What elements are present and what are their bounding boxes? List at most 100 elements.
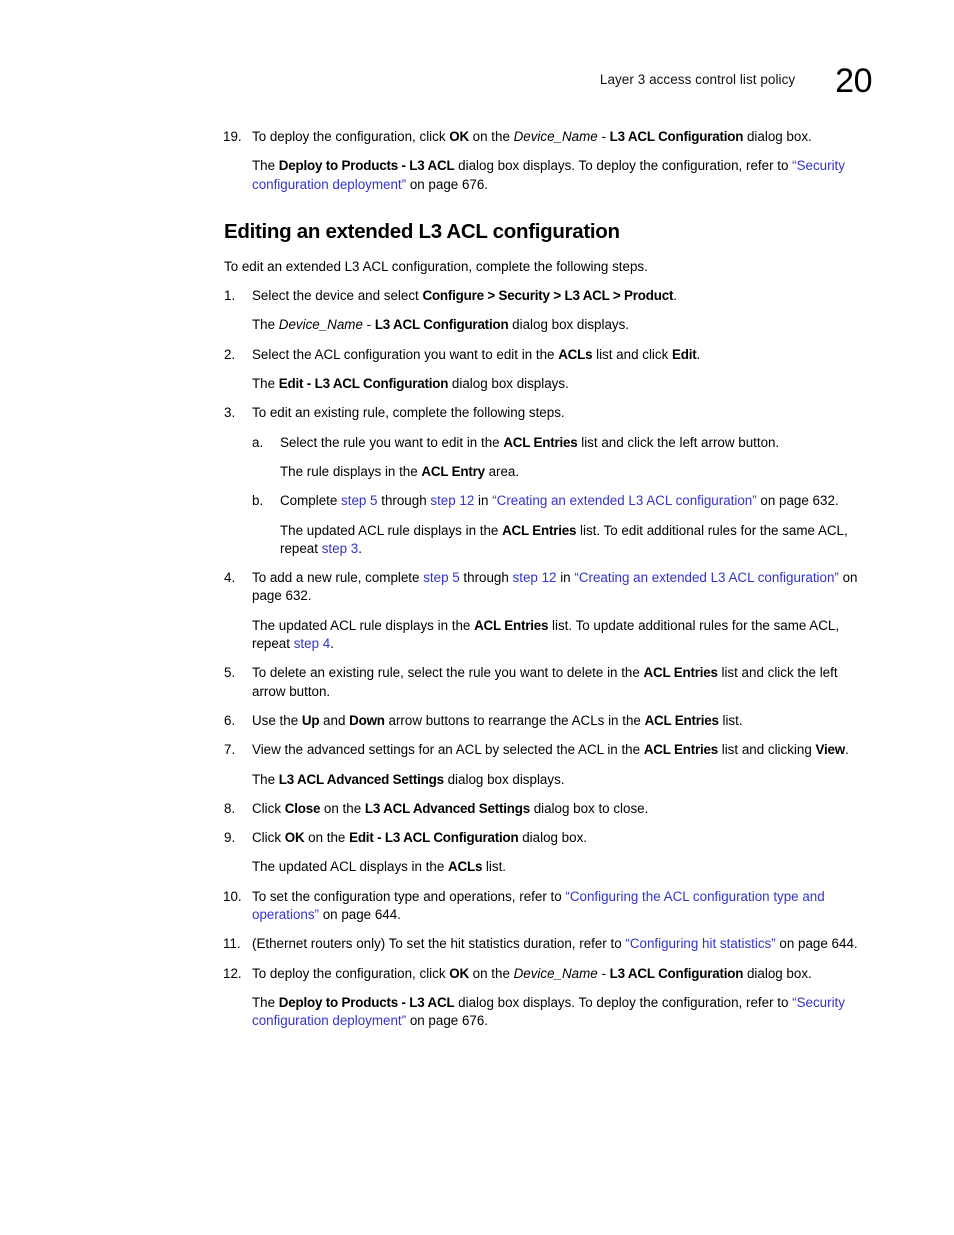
body-text: The [252, 376, 279, 392]
section-intro: To edit an extended L3 ACL configuration… [224, 258, 872, 276]
body-text: arrow buttons to rearrange the ACLs in t… [384, 712, 645, 728]
step-9-text: Click OK on the Edit - L3 ACL Configurat… [252, 829, 872, 847]
page-content: 19. To deploy the configuration, click OK… [223, 128, 872, 1031]
section-intro-text: To edit an extended L3 ACL configuration… [224, 258, 872, 276]
step-9-result-text: The updated ACL displays in the ACLs lis… [252, 858, 872, 876]
body-text: dialog box. [743, 965, 812, 981]
step-19-result: The Deploy to Products - L3 ACL dialog b… [224, 157, 872, 194]
ui-label-bold: ACLs [558, 346, 593, 362]
step-3a-text: Select the rule you want to edit in the … [280, 434, 872, 452]
body-text: Complete [280, 493, 342, 509]
step-3: 3. To edit an existing rule, complete the… [224, 404, 872, 422]
body-text: through [377, 493, 431, 509]
body-text: The updated ACL displays in the [252, 859, 449, 875]
body-text: The [252, 317, 279, 333]
body-text: - [362, 317, 375, 333]
step-3a: a. Select the rule you want to edit in th… [224, 434, 872, 452]
ui-label-bold: Deploy to Products - L3 ACL [278, 158, 455, 174]
ui-label-bold: OK [284, 830, 305, 846]
list-marker: 10. [223, 888, 242, 904]
list-marker: a. [252, 434, 264, 450]
body-text: (Ethernet routers only) To set the hit s… [252, 936, 626, 952]
step-8: 8. Click Close on the L3 ACL Advanced Set… [224, 800, 872, 818]
step-3a-result: The rule displays in the ACL Entry area. [224, 463, 872, 481]
cross-reference-link[interactable]: step 5 [423, 570, 459, 585]
body-text: The [252, 158, 279, 174]
step-6: 6. Use the Up and Down arrow buttons to r… [224, 712, 872, 730]
ui-label-bold: ACL Entries [502, 522, 577, 538]
list-marker: 3. [224, 405, 236, 421]
variable-text-italic: Device_Name [513, 129, 598, 144]
ui-label-bold: ACL Entries [644, 712, 719, 728]
page-header: Layer 3 access control list policy 20 [224, 56, 873, 98]
running-header-title: Layer 3 access control list policy [599, 72, 796, 87]
body-text: Click [252, 800, 285, 816]
body-text: and [319, 712, 350, 728]
step-10-text: To set the configuration type and operat… [252, 888, 872, 925]
body-text: on the [320, 800, 365, 816]
step-19: 19. To deploy the configuration, click OK… [223, 128, 872, 146]
body-text: list and click the left arrow button. [577, 434, 780, 450]
body-text: The [252, 771, 279, 787]
body-text: To deploy the configuration, click [252, 965, 450, 981]
body-text: on the [468, 965, 514, 981]
body-text: - [597, 129, 610, 144]
cross-reference-link[interactable]: step 12 [513, 570, 557, 585]
body-text: area. [484, 463, 520, 479]
list-marker: 6. [224, 712, 236, 728]
step-19-text: To deploy the configuration, click OK on… [252, 128, 872, 146]
step-3a-result-text: The rule displays in the ACL Entry area. [280, 463, 872, 481]
cross-reference-link[interactable]: “Creating an extended L3 ACL configurati… [492, 493, 757, 508]
body-text: on page 644. [775, 936, 858, 952]
body-text: in [474, 493, 493, 509]
body-text: on page 676. [406, 1013, 489, 1029]
body-text: on page 632. [756, 493, 839, 509]
variable-text-italic: Device_Name [278, 317, 363, 333]
body-text: dialog box displays. To deploy the confi… [454, 994, 793, 1010]
step-3b-result-text: The updated ACL rule displays in the ACL… [280, 522, 872, 559]
body-text: dialog box to close. [529, 800, 649, 816]
ui-label-bold: Edit - L3 ACL Configuration [349, 830, 519, 846]
ui-label-bold: L3 ACL Configuration [609, 965, 744, 981]
body-text: To edit an existing rule, complete the f… [252, 405, 565, 421]
body-text: on page 676. [406, 176, 489, 192]
step-1-text: Select the device and select Configure >… [252, 287, 872, 305]
ui-label-bold: ACL Entry [421, 463, 485, 479]
body-text: . [673, 288, 677, 304]
list-marker: b. [252, 493, 264, 509]
ui-label-bold: ACL Entries [503, 434, 578, 450]
body-text: dialog box displays. [443, 771, 565, 787]
body-text: on the [468, 129, 514, 144]
step-12-result: The Deploy to Products - L3 ACL dialog b… [224, 994, 872, 1031]
ui-label-bold: Down [349, 712, 385, 728]
body-text: Click [252, 830, 285, 846]
ui-label-bold: ACL Entries [643, 665, 718, 681]
cross-reference-link[interactable]: step 5 [341, 493, 377, 508]
step-4: 4. To add a new rule, complete step 5 thr… [224, 569, 872, 606]
body-text: The updated ACL rule displays in the [252, 617, 475, 633]
cross-reference-link[interactable]: “Creating an extended L3 ACL configurati… [574, 570, 839, 585]
step-6-text: Use the Up and Down arrow buttons to rea… [252, 712, 872, 730]
cross-reference-link[interactable]: step 12 [430, 493, 474, 508]
step-19-result-text: The Deploy to Products - L3 ACL dialog b… [252, 157, 872, 194]
step-3b-text: Complete step 5 through step 12 in “Crea… [280, 492, 872, 510]
ui-label-bold: View [815, 742, 846, 758]
body-text: - [597, 965, 610, 981]
ui-label-bold: Up [301, 712, 320, 728]
cross-reference-link[interactable]: step 3 [322, 541, 358, 556]
list-marker: 7. [224, 742, 236, 758]
section-heading: Editing an extended L3 ACL configuration [224, 220, 872, 244]
list-marker: 19. [223, 129, 242, 144]
cross-reference-link[interactable]: step 4 [294, 636, 330, 651]
body-text: . [358, 540, 362, 556]
step-3-text: To edit an existing rule, complete the f… [252, 404, 872, 422]
step-7-result-text: The L3 ACL Advanced Settings dialog box … [252, 771, 872, 789]
step-2-text: Select the ACL configuration you want to… [252, 346, 872, 364]
cross-reference-link[interactable]: “Configuring hit statistics” [625, 936, 775, 951]
body-text: View the advanced settings for an ACL by… [252, 742, 644, 758]
body-text: list and clicking [718, 742, 816, 758]
body-text: dialog box. [518, 830, 587, 846]
ui-label-bold: L3 ACL Advanced Settings [278, 771, 444, 787]
step-9-result: The updated ACL displays in the ACLs lis… [224, 858, 872, 876]
body-text: on page 644. [319, 907, 401, 923]
